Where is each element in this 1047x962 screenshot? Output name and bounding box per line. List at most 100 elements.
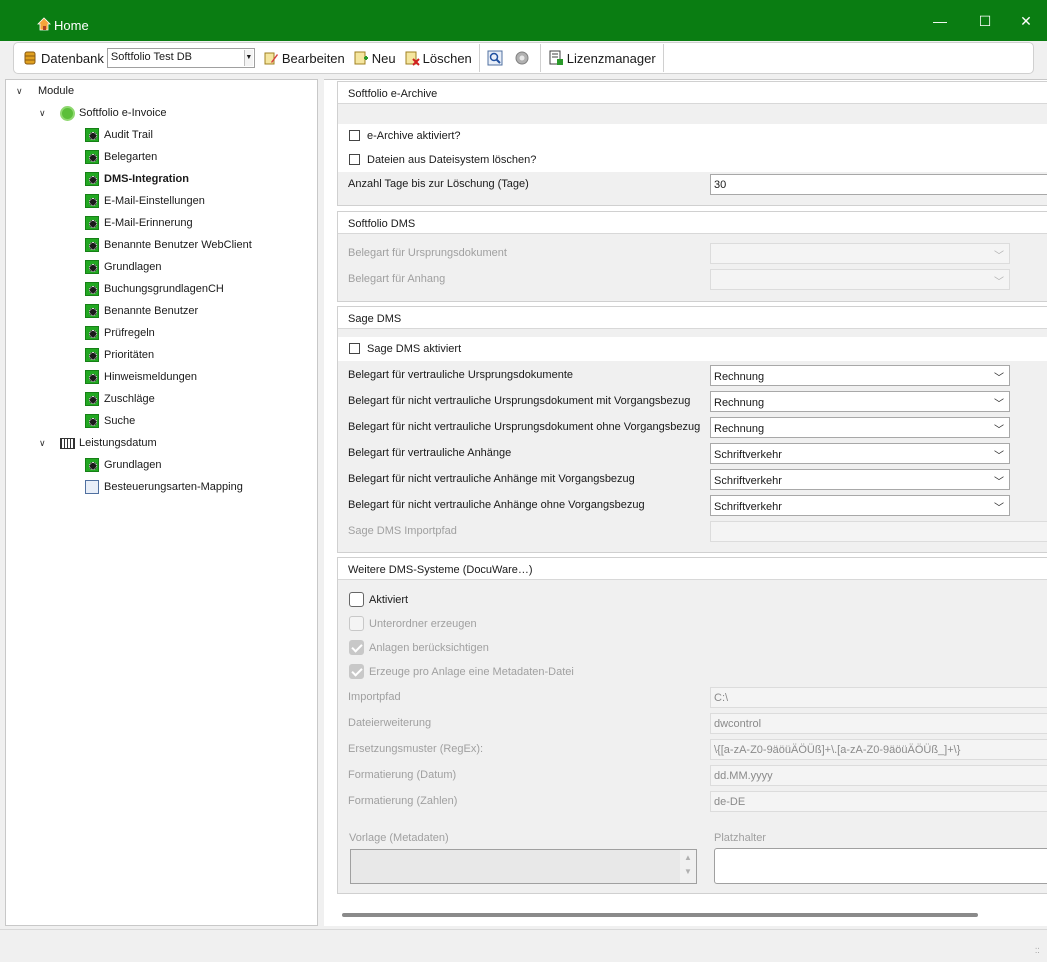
sage-activate-checkbox[interactable] bbox=[349, 343, 360, 354]
delete-button[interactable]: Löschen bbox=[400, 43, 476, 73]
sage-row: Belegart für nicht vertrauliche Ursprung… bbox=[338, 389, 1047, 413]
chevron-down-icon: ﹀ bbox=[994, 251, 1004, 262]
database-label: Datenbank bbox=[41, 50, 104, 66]
delete-files-checkbox[interactable] bbox=[349, 154, 360, 165]
other-dms-group: Weitere DMS-Systeme (DocuWare…) Aktivier… bbox=[337, 557, 1047, 894]
tree-node-einvoice[interactable]: ∨ Softfolio e-Invoice bbox=[39, 103, 166, 123]
tree-item[interactable]: Prüfregeln bbox=[85, 323, 155, 343]
tree-item[interactable]: Suche bbox=[85, 411, 135, 431]
sage-row-select[interactable]: Rechnung ﹀ bbox=[710, 391, 1010, 412]
module-gear-icon bbox=[85, 414, 99, 428]
origin-select: ﹀ bbox=[710, 243, 1010, 264]
other-field-input: de-DE bbox=[710, 791, 1047, 812]
database-icon bbox=[24, 51, 36, 65]
sage-row: Belegart für nicht vertrauliche Anhänge … bbox=[338, 493, 1047, 517]
settings-button[interactable] bbox=[510, 43, 537, 73]
tree-item[interactable]: Besteuerungsarten-Mapping bbox=[85, 477, 243, 497]
tree-item-label: E-Mail-Erinnerung bbox=[104, 217, 193, 229]
resize-grip-icon[interactable]: ⁚⁚ bbox=[1035, 948, 1043, 958]
tree-item[interactable]: Prioritäten bbox=[85, 345, 154, 365]
chevron-down-icon[interactable]: ∨ bbox=[39, 438, 49, 448]
tree-item[interactable]: Grundlagen bbox=[85, 455, 162, 475]
other-field-row: Ersetzungsmuster (RegEx): \{[a-zA-Z0-9äö… bbox=[338, 737, 1047, 761]
attachments-checkbox bbox=[349, 640, 364, 655]
chevron-down-icon[interactable]: ﹀ bbox=[994, 395, 1004, 410]
days-input[interactable]: 30 bbox=[710, 174, 1047, 195]
close-button[interactable]: ✕ bbox=[1012, 8, 1040, 34]
earchive-activate-row: e-Archive aktiviert? bbox=[338, 124, 1047, 148]
einvoice-icon bbox=[60, 105, 75, 121]
sage-row-select[interactable]: Rechnung ﹀ bbox=[710, 365, 1010, 386]
maximize-button[interactable]: ☐ bbox=[971, 8, 999, 34]
tree-item[interactable]: Benannte Benutzer bbox=[85, 301, 198, 321]
horizontal-scrollbar[interactable] bbox=[342, 913, 978, 917]
chevron-down-icon[interactable]: ∨ bbox=[16, 86, 26, 96]
sage-row-select[interactable]: Schriftverkehr ﹀ bbox=[710, 495, 1010, 516]
search-icon bbox=[487, 50, 503, 66]
other-field-input: dwcontrol bbox=[710, 713, 1047, 734]
tree-node-leistungsdatum[interactable]: ∨ Leistungsdatum bbox=[39, 433, 157, 453]
tree-item[interactable]: DMS-Integration bbox=[85, 169, 189, 189]
other-activated-checkbox[interactable] bbox=[349, 592, 364, 607]
minimize-button[interactable]: — bbox=[926, 8, 954, 34]
other-field-input: C:\ bbox=[710, 687, 1047, 708]
module-gear-icon bbox=[85, 172, 99, 186]
chevron-down-icon[interactable]: ∨ bbox=[39, 108, 49, 118]
sage-row-select[interactable]: Schriftverkehr ﹀ bbox=[710, 469, 1010, 490]
sage-row-select[interactable]: Rechnung ﹀ bbox=[710, 417, 1010, 438]
tree-item[interactable]: Benannte Benutzer WebClient bbox=[85, 235, 252, 255]
module-tree: ∨ Module ∨ Softfolio e-Invoice Audit Trail Be… bbox=[5, 79, 318, 926]
other-field-row: Formatierung (Datum) dd.MM.yyyy bbox=[338, 763, 1047, 787]
chevron-down-icon[interactable]: ﹀ bbox=[994, 369, 1004, 384]
tree-item[interactable]: Zuschläge bbox=[85, 389, 155, 409]
sage-row-value: Schriftverkehr bbox=[714, 501, 782, 513]
tree-item[interactable]: Audit Trail bbox=[85, 125, 153, 145]
sage-dms-group: Sage DMS Sage DMS aktiviert Belegart für… bbox=[337, 306, 1047, 553]
tree-node-label: Leistungsdatum bbox=[79, 437, 157, 449]
origin-label: Belegart für Ursprungsdokument bbox=[348, 247, 507, 259]
sage-row-label: Belegart für nicht vertrauliche Anhänge … bbox=[348, 473, 635, 485]
database-select[interactable]: Softfolio Test DB ▼ bbox=[106, 48, 255, 68]
tree-item[interactable]: BuchungsgrundlagenCH bbox=[85, 279, 224, 299]
window-title: Home bbox=[54, 18, 89, 33]
toolbar-separator bbox=[478, 44, 480, 72]
license-manager-button[interactable]: Lizenzmanager bbox=[544, 43, 660, 73]
module-gear-icon bbox=[85, 348, 99, 362]
tree-item[interactable]: E-Mail-Einstellungen bbox=[85, 191, 205, 211]
tree-item[interactable]: E-Mail-Erinnerung bbox=[85, 213, 193, 233]
sage-row-select[interactable]: Schriftverkehr ﹀ bbox=[710, 443, 1010, 464]
tree-item[interactable]: Grundlagen bbox=[85, 257, 162, 277]
module-gear-icon bbox=[85, 150, 99, 164]
dropdown-arrow-icon[interactable]: ▼ bbox=[243, 50, 253, 66]
new-icon bbox=[354, 51, 368, 65]
chevron-down-icon[interactable]: ﹀ bbox=[994, 447, 1004, 462]
metadata-row: Erzeuge pro Anlage eine Metadaten-Datei bbox=[338, 660, 1047, 684]
chevron-down-icon[interactable]: ﹀ bbox=[994, 473, 1004, 488]
other-activated-row: Aktiviert bbox=[338, 588, 1047, 612]
edit-button[interactable]: Bearbeiten bbox=[259, 43, 349, 73]
new-button[interactable]: Neu bbox=[349, 43, 400, 73]
tree-node-label: Module bbox=[38, 85, 75, 97]
days-label: Anzahl Tage bis zur Löschung (Tage) bbox=[348, 178, 529, 190]
tree-item-label-selected: DMS-Integration bbox=[104, 173, 189, 185]
tree-node-module[interactable]: ∨ Module bbox=[16, 81, 74, 101]
metadata-checkbox bbox=[349, 664, 364, 679]
earchive-group: Softfolio e-Archive e-Archive aktiviert?… bbox=[337, 81, 1047, 206]
other-field-input: dd.MM.yyyy bbox=[710, 765, 1047, 786]
tree-item[interactable]: Belegarten bbox=[85, 147, 157, 167]
other-field-label: Dateierweiterung bbox=[348, 717, 432, 729]
other-field-label: Formatierung (Datum) bbox=[348, 769, 457, 781]
tree-item-label: Audit Trail bbox=[104, 129, 153, 141]
placeholder-label: Platzhalter bbox=[714, 832, 766, 844]
placeholder-textarea[interactable] bbox=[714, 848, 1047, 884]
chevron-down-icon[interactable]: ﹀ bbox=[994, 421, 1004, 436]
tree-item-label: Prioritäten bbox=[104, 349, 155, 361]
earchive-activate-checkbox[interactable] bbox=[349, 130, 360, 141]
tree-item[interactable]: Hinweismeldungen bbox=[85, 367, 197, 387]
other-field-input: \{[a-zA-Z0-9äöüÄÖÜß]+\.[a-zA-Z0-9äöüÄÖÜß… bbox=[710, 739, 1047, 760]
toolbar-separator bbox=[662, 44, 664, 72]
search-button[interactable] bbox=[483, 43, 510, 73]
sage-row: Belegart für vertrauliche Ursprungsdokum… bbox=[338, 363, 1047, 387]
chevron-down-icon[interactable]: ﹀ bbox=[994, 499, 1004, 514]
sage-row-label: Belegart für nicht vertrauliche Anhänge … bbox=[348, 499, 645, 511]
